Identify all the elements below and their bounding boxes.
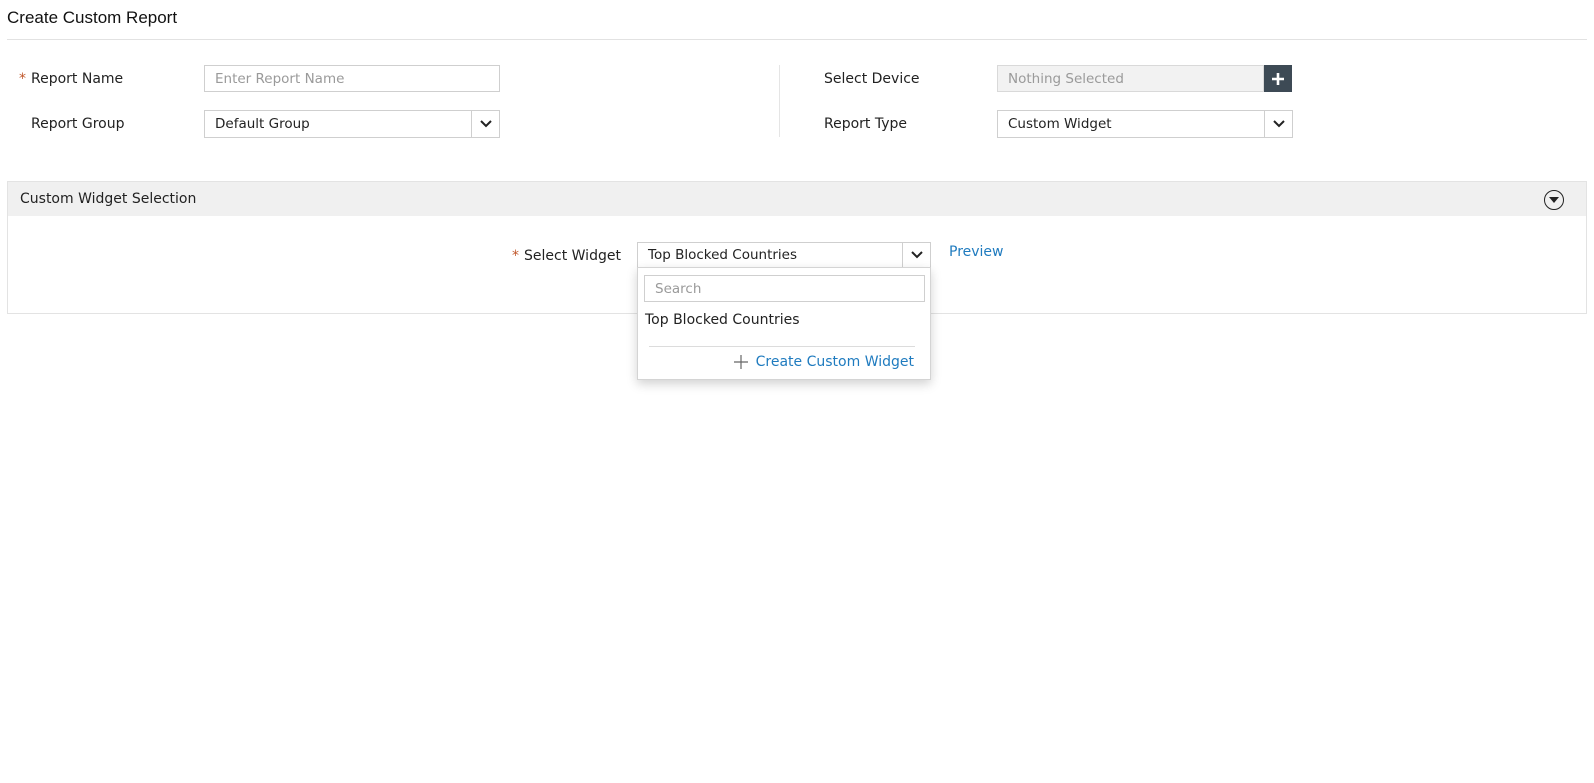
collapse-toggle-icon[interactable] xyxy=(1544,190,1564,210)
dropdown-option[interactable]: Top Blocked Countries xyxy=(645,312,800,328)
required-marker: * xyxy=(512,248,519,264)
report-group-select[interactable]: Default Group xyxy=(204,110,500,138)
report-group-value: Default Group xyxy=(215,116,310,132)
title-divider xyxy=(7,39,1587,40)
preview-link[interactable]: Preview xyxy=(949,244,1004,260)
report-type-select[interactable]: Custom Widget xyxy=(997,110,1293,138)
panel-title: Custom Widget Selection xyxy=(20,191,197,207)
select-widget-label: * Select Widget xyxy=(512,248,621,264)
report-name-input[interactable] xyxy=(204,65,500,92)
select-device-value: Nothing Selected xyxy=(1008,70,1124,87)
chevron-down-icon[interactable] xyxy=(471,111,499,137)
add-device-button[interactable] xyxy=(1264,65,1292,92)
column-divider xyxy=(779,65,780,137)
report-name-label: * Report Name xyxy=(19,71,124,87)
select-device-field[interactable]: Nothing Selected xyxy=(997,65,1264,92)
select-widget-value: Top Blocked Countries xyxy=(648,247,798,263)
custom-widget-panel-header: Custom Widget Selection xyxy=(7,181,1587,217)
plus-icon xyxy=(1272,72,1284,85)
dropdown-divider xyxy=(649,346,915,347)
select-widget-select[interactable]: Top Blocked Countries xyxy=(637,242,931,268)
widget-dropdown-menu: Top Blocked Countries Create Custom Widg… xyxy=(637,267,931,380)
create-custom-widget-link[interactable]: Create Custom Widget xyxy=(733,354,914,370)
chevron-down-icon[interactable] xyxy=(1264,111,1292,137)
chevron-down-icon[interactable] xyxy=(902,243,930,267)
page-title: Create Custom Report xyxy=(7,8,178,27)
plus-icon xyxy=(733,355,748,369)
report-type-value: Custom Widget xyxy=(1008,116,1112,132)
report-group-label: Report Group xyxy=(31,116,125,132)
dropdown-search-input[interactable] xyxy=(644,275,925,302)
select-device-label: Select Device xyxy=(824,71,920,87)
required-marker: * xyxy=(19,71,26,87)
create-custom-widget-label: Create Custom Widget xyxy=(755,354,914,370)
report-type-label: Report Type xyxy=(824,116,908,132)
